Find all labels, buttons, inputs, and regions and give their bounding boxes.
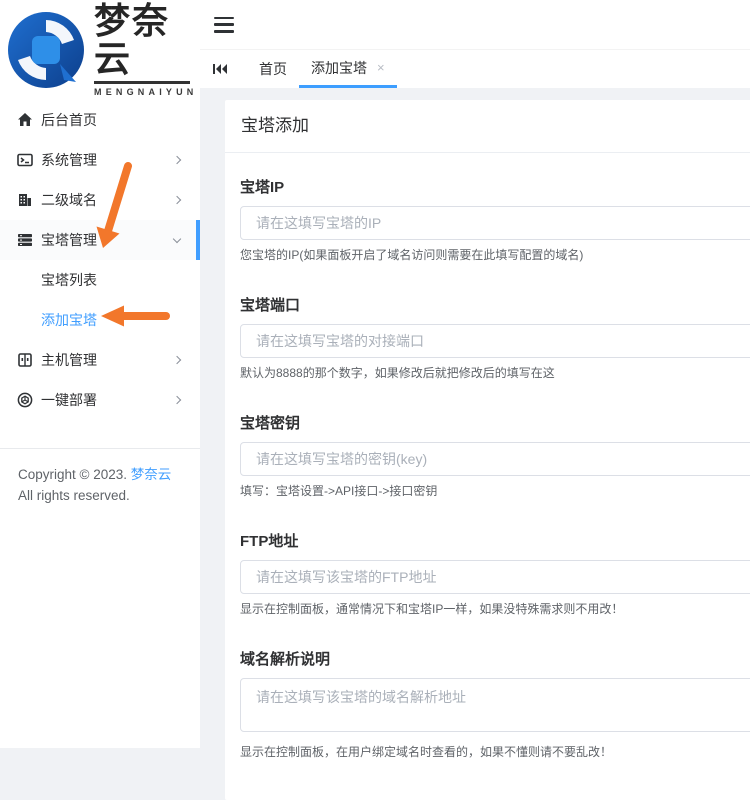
copyright-brand-link[interactable]: 梦奈云 [131,467,172,482]
field-label: 宝塔密钥 [240,415,301,432]
field-ftp-address: FTP地址 显示在控制面板，通常情况下和宝塔IP一样，如果没特殊需求则不用改！ [240,530,750,617]
sidebar-item-label: 后台首页 [41,112,97,128]
field-baota-port: 宝塔端口 默认为8888的那个数字，如果修改后就把修改后的填写在这 [240,294,750,381]
topbar [200,0,750,50]
brand-logo-icon [8,12,84,88]
field-help: 默认为8888的那个数字，如果修改后就把修改后的填写在这 [240,366,555,380]
field-label: 域名解析说明 [240,651,331,668]
field-label: 宝塔IP [240,179,285,196]
sidebar-item-baota[interactable]: 宝塔管理 [0,220,200,260]
terminal-icon [16,152,33,169]
chevron-right-icon [172,395,182,405]
tab-label: 添加宝塔 [311,59,367,76]
field-help: 填写：宝塔设置->API接口->接口密钥 [240,484,438,498]
page-title: 宝塔添加 [241,116,309,135]
copyright-text: Copyright © 2023. 梦奈云 All rights reserve… [0,449,200,521]
tab-add-baota[interactable]: 添加宝塔 × [299,50,397,88]
chevron-right-icon [172,195,182,205]
home-icon [16,112,33,129]
tab-home[interactable]: 首页 [247,50,299,88]
field-help: 显示在控制面板，通常情况下和宝塔IP一样，如果没特殊需求则不用改！ [240,602,624,616]
ftp-address-input[interactable] [240,560,750,594]
domain-resolve-textarea[interactable] [240,678,750,732]
brand-subtitle: MENGNAIYUN [94,87,198,98]
sidebar-item-label: 系统管理 [41,152,97,168]
sidebar-menu: 后台首页 系统管理 二级域名 宝塔管理 宝塔列表 添加宝塔 主机管理 一键部署 [0,100,200,420]
sidebar-subitem-baota-list[interactable]: 宝塔列表 [0,260,200,300]
sidebar-submenu-baota: 宝塔列表 添加宝塔 [0,260,200,340]
brand-name: 梦奈云 [94,0,171,79]
main-area: 宝塔添加 宝塔IP 您宝塔的IP(如果面板开启了域名访问则需要在此填写配置的域名… [200,88,750,800]
baota-key-input[interactable] [240,442,750,476]
tabbar: 首页 添加宝塔 × [200,50,750,88]
chevron-down-icon [172,234,182,243]
field-label: 宝塔端口 [240,297,301,314]
field-baota-ip: 宝塔IP 您宝塔的IP(如果面板开启了域名访问则需要在此填写配置的域名) [240,176,750,263]
tab-close-icon[interactable]: × [377,61,385,74]
sidebar-subitem-label: 宝塔列表 [41,272,97,288]
sidebar-item-host[interactable]: 主机管理 [0,340,200,380]
deploy-icon [16,392,33,409]
building-icon [16,192,33,209]
sidebar: 梦奈云 MENGNAIYUN 后台首页 系统管理 二级域名 宝塔管理 宝塔列表 … [0,0,200,748]
sidebar-subitem-label: 添加宝塔 [41,312,97,328]
baota-add-card: 宝塔添加 宝塔IP 您宝塔的IP(如果面板开启了域名访问则需要在此填写配置的域名… [225,100,750,800]
brand-logo[interactable]: 梦奈云 MENGNAIYUN [0,0,200,100]
tab-label: 首页 [259,61,287,77]
field-label: FTP地址 [240,533,299,550]
field-help: 显示在控制面板，在用户绑定域名时查看的，如果不懂则请不要乱改！ [240,745,613,759]
brand-rule [94,81,190,85]
copyright-prefix: Copyright © 2023. [18,467,131,482]
field-baota-key: 宝塔密钥 填写：宝塔设置->API接口->接口密钥 [240,412,750,499]
sidebar-item-subdomain[interactable]: 二级域名 [0,180,200,220]
server-icon [16,232,33,249]
chevron-right-icon [172,155,182,165]
field-domain-resolve: 域名解析说明 显示在控制面板，在用户绑定域名时查看的，如果不懂则请不要乱改！ [240,648,750,760]
cabinet-icon [16,352,33,369]
sidebar-item-system[interactable]: 系统管理 [0,140,200,180]
sidebar-item-label: 一键部署 [41,392,97,408]
sidebar-subitem-add-baota[interactable]: 添加宝塔 [0,300,200,340]
field-help: 您宝塔的IP(如果面板开启了域名访问则需要在此填写配置的域名) [240,248,584,262]
sidebar-item-label: 二级域名 [41,192,97,208]
chevron-right-icon [172,355,182,365]
sidebar-item-label: 宝塔管理 [41,232,97,248]
sidebar-item-deploy[interactable]: 一键部署 [0,380,200,420]
baota-port-input[interactable] [240,324,750,358]
sidebar-item-label: 主机管理 [41,352,97,368]
content-pane: 首页 添加宝塔 × 宝塔添加 宝塔IP 您宝塔的IP(如果面板开启了域名访问则需… [200,0,750,800]
baota-add-form: 宝塔IP 您宝塔的IP(如果面板开启了域名访问则需要在此填写配置的域名) 宝塔端… [225,153,750,760]
baota-ip-input[interactable] [240,206,750,240]
sidebar-item-dashboard[interactable]: 后台首页 [0,100,200,140]
copyright-suffix: All rights reserved. [18,488,130,503]
tabs-scroll-left-icon[interactable] [213,63,227,75]
sidebar-collapse-icon[interactable] [214,16,234,33]
